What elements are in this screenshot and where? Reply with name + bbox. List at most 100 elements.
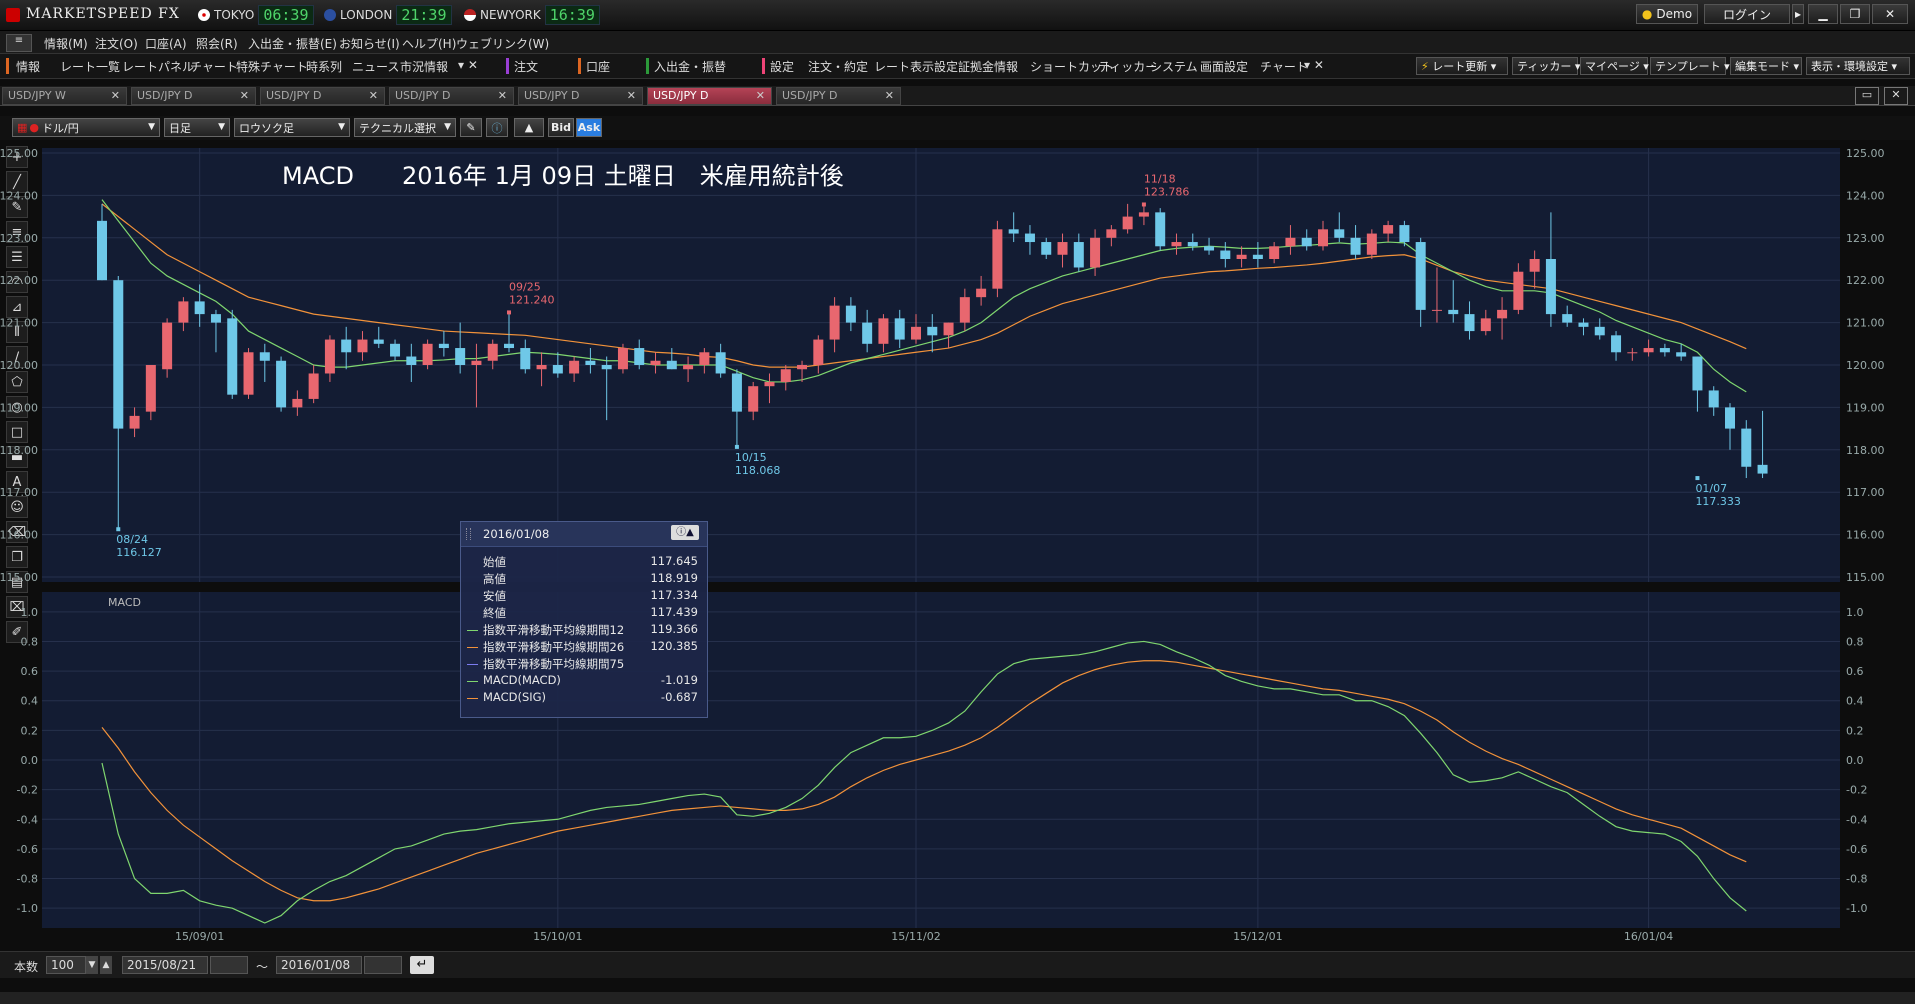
toolbar-chart-settings[interactable]: チャート [1260, 58, 1308, 75]
chart-style-select[interactable]: ロウソク足 ▼ [234, 118, 350, 137]
toolbar-rate-list[interactable]: レート一覧 [60, 58, 120, 75]
candle-body [520, 348, 531, 370]
drag-handle-icon[interactable] [466, 528, 471, 540]
menu-deposit[interactable]: 入出金・振替(E) [248, 35, 337, 52]
template-dropdown[interactable]: テンプレート ▾ [1650, 57, 1730, 75]
bid-button[interactable]: Bid [548, 118, 574, 137]
area-chart-icon[interactable]: ▲ [514, 118, 544, 137]
mypage-dropdown[interactable]: マイページ ▾ [1580, 57, 1649, 75]
tab-usdjpy-4[interactable]: USD/JPY D ✕ [518, 87, 643, 105]
toolbar-special-chart[interactable]: 特殊チャート [236, 58, 308, 75]
info-label: 指数平滑移動平均線期間12 [483, 623, 625, 637]
macd-tick-left: -0.4 [17, 813, 38, 826]
tab-close-icon[interactable]: ✕ [369, 88, 378, 104]
minimize-button[interactable]: ▁ [1808, 4, 1838, 24]
candle-body [1008, 229, 1019, 234]
toolbar-order-exec[interactable]: 注文・約定 [808, 58, 868, 75]
edit-mode-dropdown[interactable]: 編集モード ▾ [1730, 57, 1802, 75]
menu-inquiry[interactable]: 照会(R) [196, 35, 238, 52]
restore-icon[interactable]: ▭ [1855, 87, 1879, 105]
toolbar-time-series[interactable]: 時系列 [306, 58, 342, 75]
candle-body [162, 322, 173, 370]
menu-account[interactable]: 口座(A) [145, 35, 187, 52]
menu-weblink[interactable]: ウェブリンク(W) [456, 35, 549, 52]
toolbar-rate-display[interactable]: レート表示設定 [874, 58, 958, 75]
pair-label: ドル/円 [42, 121, 79, 135]
tab-usdjpy-3[interactable]: USD/JPY D ✕ [389, 87, 514, 105]
close-chart-icon[interactable]: ✕ [1884, 87, 1908, 105]
tab-close-icon[interactable]: ✕ [627, 88, 636, 104]
toolbar-screen[interactable]: 画面設定 [1200, 58, 1248, 75]
tab-usdjpy-5[interactable]: USD/JPY D ✕ [647, 87, 772, 105]
macd-tick-left: 1.0 [21, 606, 39, 619]
toolbar-ticker[interactable]: ティッカー [1098, 58, 1157, 75]
to-time-input[interactable] [364, 956, 402, 974]
toolbar-more-icon[interactable]: ▾ ✕ [1304, 58, 1324, 72]
currency-pair-select[interactable]: ▦ ● ドル/円 ▼ [12, 118, 160, 137]
toolbar-settings[interactable]: 設定 [770, 58, 794, 75]
maximize-button[interactable]: ❐ [1840, 4, 1870, 24]
ticker-dropdown[interactable]: ティッカー ▾ [1512, 57, 1580, 75]
login-button[interactable]: ログイン [1704, 4, 1790, 24]
toolbar-rate-panel[interactable]: レートパネル [122, 58, 194, 75]
menu-news[interactable]: お知らせ(I) [339, 35, 400, 52]
tab-usdjpy-0[interactable]: USD/JPY W ✕ [2, 87, 127, 105]
to-date-input[interactable]: 2016/01/08 [276, 956, 362, 974]
from-date-input[interactable]: 2015/08/21 [122, 956, 208, 974]
info-label: 始値 [483, 555, 506, 569]
rate-update-dropdown[interactable]: ⚡ レート更新 ▾ [1416, 57, 1508, 75]
toolbar-more-icon[interactable]: ▾ ✕ [458, 58, 478, 72]
toolbar-market[interactable]: 市況情報 [400, 58, 448, 75]
tab-close-icon[interactable]: ✕ [885, 88, 894, 104]
period-select[interactable]: 日足 ▼ [164, 118, 230, 137]
pencil-icon[interactable]: ✎ [460, 118, 482, 137]
login-dropdown[interactable]: ▸ [1792, 4, 1804, 24]
toolbar-chart[interactable]: チャート [190, 58, 238, 75]
count-down-icon[interactable]: ▼ [86, 956, 98, 974]
display-settings-dropdown[interactable]: 表示・環境設定 ▾ [1806, 57, 1910, 75]
clock-time: 21:39 [396, 5, 452, 25]
menu-order[interactable]: 注文(O) [95, 35, 138, 52]
toolbar-deposit[interactable]: 入出金・振替 [654, 58, 726, 75]
bar-count-input[interactable]: 100 [46, 956, 86, 974]
clock-city: NEWYORK [480, 8, 541, 22]
toolbar-account[interactable]: 口座 [586, 58, 610, 75]
edit-mode-label: 編集モード [1735, 60, 1790, 73]
candle-body [1366, 233, 1377, 255]
candle-body [715, 352, 726, 374]
candle-body [455, 348, 466, 365]
tab-close-icon[interactable]: ✕ [111, 88, 120, 104]
technical-select[interactable]: テクニカル選択 ▼ [354, 118, 456, 137]
chevron-down-icon: ▼ [338, 122, 345, 132]
menu-toggle-icon[interactable]: ≡ [6, 34, 32, 52]
toolbar-info[interactable]: 情報 [16, 58, 40, 75]
menu-help[interactable]: ヘルプ(H) [402, 35, 456, 52]
close-button[interactable]: ✕ [1872, 4, 1908, 24]
tab-close-icon[interactable]: ✕ [240, 88, 249, 104]
info-row: 高値 118.919 [483, 571, 698, 588]
tab-usdjpy-2[interactable]: USD/JPY D ✕ [260, 87, 385, 105]
macd-tick-right: 1.0 [1846, 606, 1864, 619]
toolbar-system[interactable]: システム [1150, 58, 1198, 75]
chart-area[interactable]: 125.00 125.00 124.00 124.00 123.00 123.00 122.… [0, 140, 1915, 950]
info-icon[interactable]: ⓘ [486, 118, 508, 137]
candle-body [113, 280, 124, 429]
demo-button[interactable]: ● Demo [1636, 4, 1698, 24]
info-collapse-icon[interactable]: ⓘ▲ [671, 525, 699, 540]
candle-body [845, 305, 856, 323]
toolbar-order[interactable]: 注文 [514, 58, 538, 75]
toolbar-news[interactable]: ニュース [352, 58, 399, 75]
menu-info[interactable]: 情報(M) [44, 35, 88, 52]
tab-close-icon[interactable]: ✕ [498, 88, 507, 104]
extreme-date: 08/24 [116, 533, 148, 546]
from-time-input[interactable] [210, 956, 248, 974]
tab-usdjpy-6[interactable]: USD/JPY D ✕ [776, 87, 901, 105]
candle-body [780, 369, 791, 382]
tab-close-icon[interactable]: ✕ [756, 88, 765, 104]
refresh-icon[interactable]: ↵ [410, 956, 434, 974]
ask-button[interactable]: Ask [576, 118, 602, 137]
tab-usdjpy-1[interactable]: USD/JPY D ✕ [131, 87, 256, 105]
count-up-icon[interactable]: ▲ [100, 956, 112, 974]
toolbar-margin[interactable]: 証拠金情報 [958, 58, 1018, 75]
info-value: -0.687 [660, 690, 698, 704]
